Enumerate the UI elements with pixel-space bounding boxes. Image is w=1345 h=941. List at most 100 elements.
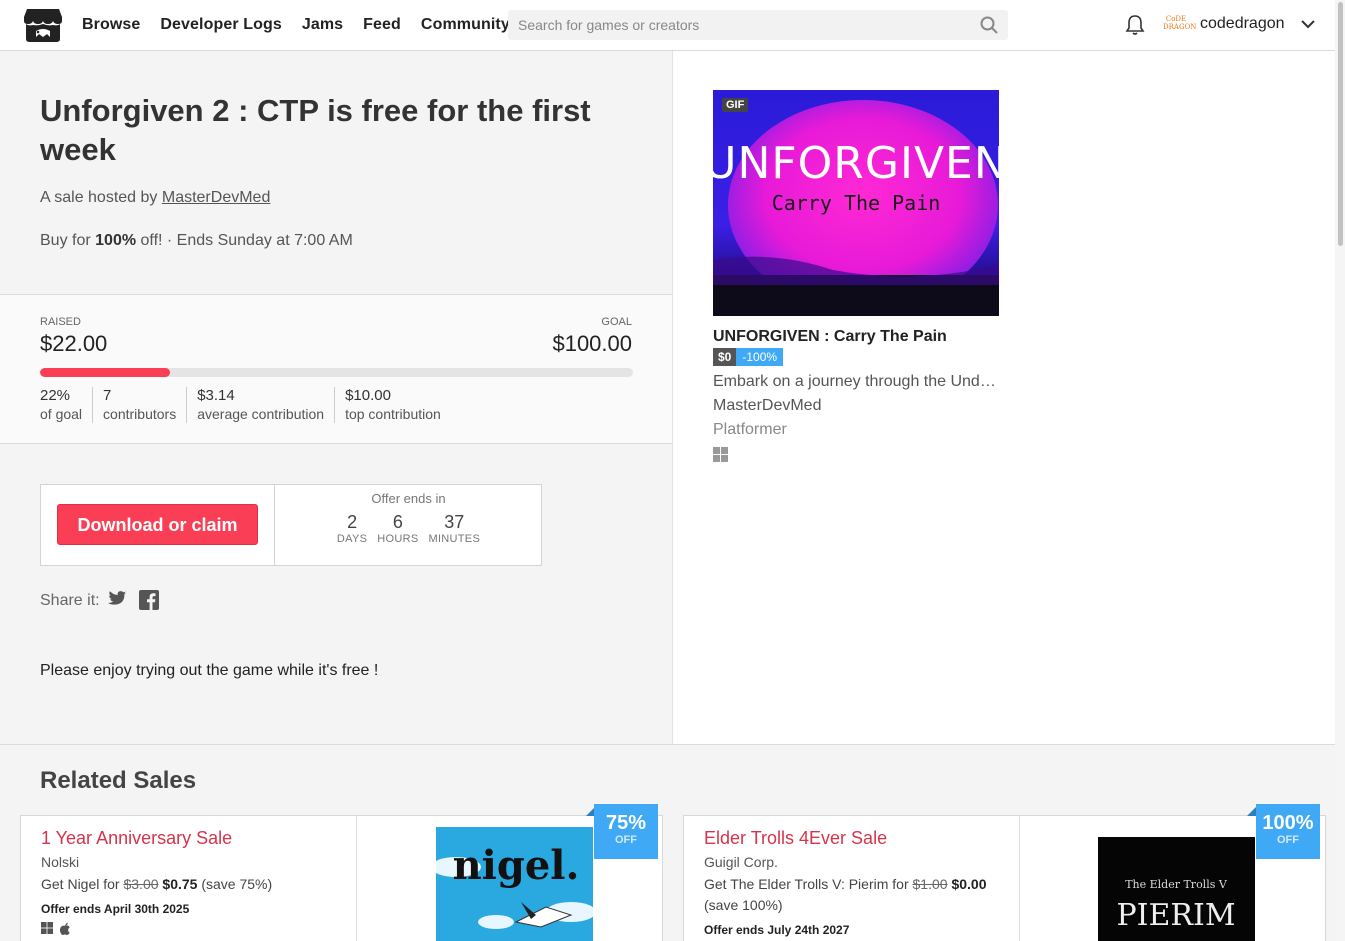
game-author[interactable]: MasterDevMed bbox=[713, 397, 999, 415]
sale-host-line: A sale hosted by MasterDevMed bbox=[40, 189, 270, 207]
nav-browse[interactable]: Browse bbox=[82, 16, 140, 34]
share-label: Share it: bbox=[40, 592, 100, 609]
related-sale-ends: Offer ends April 30th 2025 bbox=[41, 902, 190, 916]
chevron-down-icon[interactable] bbox=[1300, 17, 1316, 31]
game-discount-badge: -100% bbox=[736, 348, 784, 366]
scrollbar-thumb[interactable] bbox=[1338, 2, 1343, 246]
countdown-minutes: 37 MINUTES bbox=[428, 511, 480, 545]
badge-off: OFF bbox=[615, 834, 637, 846]
windows-icon bbox=[713, 447, 728, 462]
game-card[interactable]: UNFORGIVEN Carry The Pain GIF UNFORGIVEN… bbox=[713, 90, 999, 467]
game-description: Embark on a journey through the Unde… bbox=[713, 373, 999, 390]
countdown-days: 2 DAYS bbox=[337, 511, 367, 545]
pierim-thumbnail[interactable]: The Elder Trolls V PIERIM bbox=[1098, 837, 1255, 941]
nigel-cover-art: nigel. bbox=[436, 827, 593, 941]
stat-value: $10.00 bbox=[345, 387, 391, 404]
raised-label: RAISED bbox=[40, 316, 81, 328]
related-sale-title[interactable]: Elder Trolls 4Ever Sale bbox=[704, 828, 1019, 849]
price-row: $0 -100% bbox=[713, 348, 999, 366]
save-text: (save 75%) bbox=[201, 876, 273, 892]
cover-title-text: UNFORGIVEN bbox=[713, 138, 999, 189]
host-link[interactable]: MasterDevMed bbox=[162, 189, 270, 206]
related-sales-heading: Related Sales bbox=[40, 767, 197, 794]
user-avatar[interactable]: CoDE DRAGON bbox=[1163, 15, 1196, 33]
stats-row: 22% of goal 7 contributors $3.14 average… bbox=[40, 387, 451, 423]
stat-top: $10.00 top contribution bbox=[334, 387, 451, 423]
related-sale-author[interactable]: Nolski bbox=[41, 854, 356, 870]
nav-feed[interactable]: Feed bbox=[363, 16, 401, 34]
related-sale-card[interactable]: 1 Year Anniversary Sale Nolski Get Nigel… bbox=[20, 804, 663, 941]
countdown: 2 DAYS 6 HOURS 37 MINUTES bbox=[275, 511, 542, 545]
stat-label: average contribution bbox=[197, 406, 325, 422]
goal-label: GOAL bbox=[601, 316, 632, 328]
notification-bell-icon[interactable] bbox=[1125, 14, 1145, 36]
cover-art: UNFORGIVEN Carry The Pain bbox=[713, 90, 999, 316]
new-price: $0.00 bbox=[951, 876, 987, 892]
cover-subtitle-text: Carry The Pain bbox=[772, 191, 941, 215]
stat-label: contributors bbox=[103, 406, 177, 422]
sale-info: Elder Trolls 4Ever Sale Guigil Corp. Get… bbox=[704, 828, 1019, 937]
stat-value: 22% bbox=[40, 387, 71, 404]
sale-info: 1 Year Anniversary Sale Nolski Get Nigel… bbox=[41, 828, 356, 935]
badge-percent: 100% bbox=[1262, 812, 1314, 834]
sale-title: Unforgiven 2 : CTP is free for the first… bbox=[40, 93, 591, 167]
game-title[interactable]: UNFORGIVEN : Carry The Pain bbox=[713, 328, 999, 346]
game-cover-image[interactable]: UNFORGIVEN Carry The Pain GIF bbox=[713, 90, 999, 316]
stat-average: $3.14 average contribution bbox=[186, 387, 334, 423]
buy-suffix: off! · Ends Sunday at 7:00 AM bbox=[136, 232, 353, 249]
old-price: $3.00 bbox=[123, 876, 159, 892]
windows-icon bbox=[41, 922, 53, 934]
related-sale-card[interactable]: Elder Trolls 4Ever Sale Guigil Corp. Get… bbox=[683, 804, 1326, 941]
countdown-unit: MINUTES bbox=[428, 533, 481, 545]
buy-for-line: Buy for 100% off! · Ends Sunday at 7:00 … bbox=[40, 232, 353, 250]
search-icon[interactable] bbox=[980, 16, 998, 34]
stat-label: of goal bbox=[40, 406, 83, 422]
countdown-number: 6 bbox=[392, 512, 403, 532]
progress-bar-fill bbox=[40, 368, 171, 377]
related-sale-price: Get Nigel for $3.00 $0.75 (save 75%) bbox=[41, 874, 356, 895]
game-price: $0 bbox=[713, 348, 737, 366]
nigel-thumbnail[interactable]: nigel. bbox=[436, 827, 593, 941]
raised-value: $22.00 bbox=[40, 331, 108, 356]
search-input[interactable] bbox=[508, 10, 1008, 40]
related-sale-title[interactable]: 1 Year Anniversary Sale bbox=[41, 828, 356, 849]
pierim-cover-art: The Elder Trolls V PIERIM bbox=[1098, 837, 1255, 941]
progress-bar bbox=[40, 368, 633, 377]
nav-developer-logs[interactable]: Developer Logs bbox=[160, 16, 281, 34]
countdown-hours: 6 HOURS bbox=[377, 511, 418, 545]
countdown-number: 2 bbox=[347, 512, 358, 532]
countdown-number: 37 bbox=[444, 512, 465, 532]
stat-value: 7 bbox=[103, 387, 112, 404]
gif-tag: GIF bbox=[722, 98, 749, 112]
nav-community[interactable]: Community bbox=[421, 16, 510, 34]
badge-percent: 75% bbox=[605, 812, 647, 834]
related-sale-price: Get The Elder Trolls V: Pierim for $1.00… bbox=[704, 874, 1019, 916]
sale-message: Please enjoy trying out the game while i… bbox=[40, 662, 379, 679]
facebook-icon[interactable] bbox=[139, 590, 159, 610]
save-text: (save 100%) bbox=[704, 897, 783, 913]
countdown-unit: DAYS bbox=[336, 533, 368, 545]
related-sale-ends: Offer ends July 24th 2027 bbox=[704, 923, 850, 937]
badge-off: OFF bbox=[1277, 834, 1299, 846]
discount-badge: 100% OFF bbox=[1256, 804, 1320, 859]
platform-icons bbox=[41, 922, 356, 935]
username-label[interactable]: codedragon bbox=[1200, 15, 1285, 33]
divider bbox=[1019, 816, 1020, 941]
sale-panel: Unforgiven 2 : CTP is free for the first… bbox=[0, 51, 673, 744]
related-sale-author[interactable]: Guigil Corp. bbox=[704, 854, 1019, 870]
download-or-claim-button[interactable]: Download or claim bbox=[57, 504, 258, 545]
pierim-subtitle-text: The Elder Trolls V bbox=[1125, 878, 1228, 891]
nigel-title-text: nigel. bbox=[453, 842, 580, 889]
related-sales-section: Related Sales 1 Year Anniversary Sale No… bbox=[0, 744, 1335, 941]
twitter-icon[interactable] bbox=[107, 590, 127, 608]
offer-ends-label: Offer ends in bbox=[371, 491, 446, 506]
itchio-logo-icon[interactable] bbox=[23, 7, 63, 43]
nav-jams[interactable]: Jams bbox=[302, 16, 343, 34]
divider bbox=[356, 816, 357, 941]
old-price: $1.00 bbox=[912, 876, 948, 892]
stat-value: $3.14 bbox=[197, 387, 235, 404]
pierim-title-text: PIERIM bbox=[1116, 898, 1235, 933]
goal-value: $100.00 bbox=[552, 331, 632, 356]
search-box bbox=[508, 10, 1008, 40]
main-nav: Browse Developer Logs Jams Feed Communit… bbox=[82, 0, 530, 50]
